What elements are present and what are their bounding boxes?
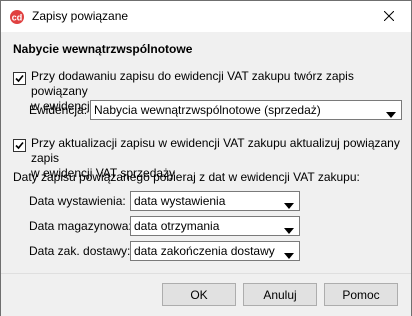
dates-heading: Daty zapisu powiązanego pobieraj z dat w… (13, 170, 360, 184)
help-button[interactable]: Pomoc (324, 283, 398, 306)
section-title: Nabycie wewnątrzwspólnotowe (13, 42, 193, 56)
date-warehouse-label: Data magazynowa: (29, 219, 132, 233)
button-bar: OK Anuluj Pomoc (1, 273, 411, 316)
update-linked-entry-checkbox[interactable] (13, 139, 26, 152)
update-linked-entry-line1: Przy aktualizacji zapisu w ewidencji VAT… (31, 136, 400, 165)
dialog-content: Nabycie wewnątrzwspólnotowe Przy dodawan… (1, 32, 411, 273)
chevron-down-icon (284, 248, 294, 259)
date-warehouse-value: data otrzymania (134, 219, 220, 233)
checkmark-icon (15, 141, 24, 150)
ewidencja-value: Nabycia wewnątrzwspólnotowe (sprzedaż) (94, 103, 321, 117)
app-logo-icon: cd (9, 9, 25, 25)
chevron-down-icon (284, 223, 294, 234)
date-warehouse-select[interactable]: data otrzymania (130, 216, 300, 236)
date-delivery-end-select[interactable]: data zakończenia dostawy (130, 241, 300, 261)
title-bar: cd Zapisy powiązane (1, 1, 411, 32)
ok-button[interactable]: OK (162, 283, 236, 306)
close-icon (383, 10, 394, 24)
window-title: Zapisy powiązane (32, 9, 129, 23)
date-issue-value: data wystawienia (134, 194, 226, 208)
ewidencja-label: Ewidencja: (29, 103, 88, 117)
checkmark-icon (15, 74, 24, 83)
ewidencja-select[interactable]: Nabycia wewnątrzwspólnotowe (sprzedaż) (90, 100, 402, 120)
date-delivery-end-label: Data zak. dostawy: (29, 244, 131, 258)
date-issue-select[interactable]: data wystawienia (130, 191, 300, 211)
dialog-window: cd Zapisy powiązane Nabycie wewnątrzwspó… (0, 0, 412, 316)
date-delivery-end-value: data zakończenia dostawy (134, 244, 275, 258)
cancel-button[interactable]: Anuluj (243, 283, 317, 306)
create-linked-entry-checkbox[interactable] (13, 72, 26, 85)
date-issue-label: Data wystawienia: (29, 194, 126, 208)
chevron-down-icon (386, 107, 396, 118)
chevron-down-icon (284, 198, 294, 209)
svg-text:cd: cd (12, 13, 23, 23)
close-button[interactable] (366, 1, 411, 32)
create-linked-entry-line1: Przy dodawaniu zapisu do ewidencji VAT z… (31, 69, 354, 98)
